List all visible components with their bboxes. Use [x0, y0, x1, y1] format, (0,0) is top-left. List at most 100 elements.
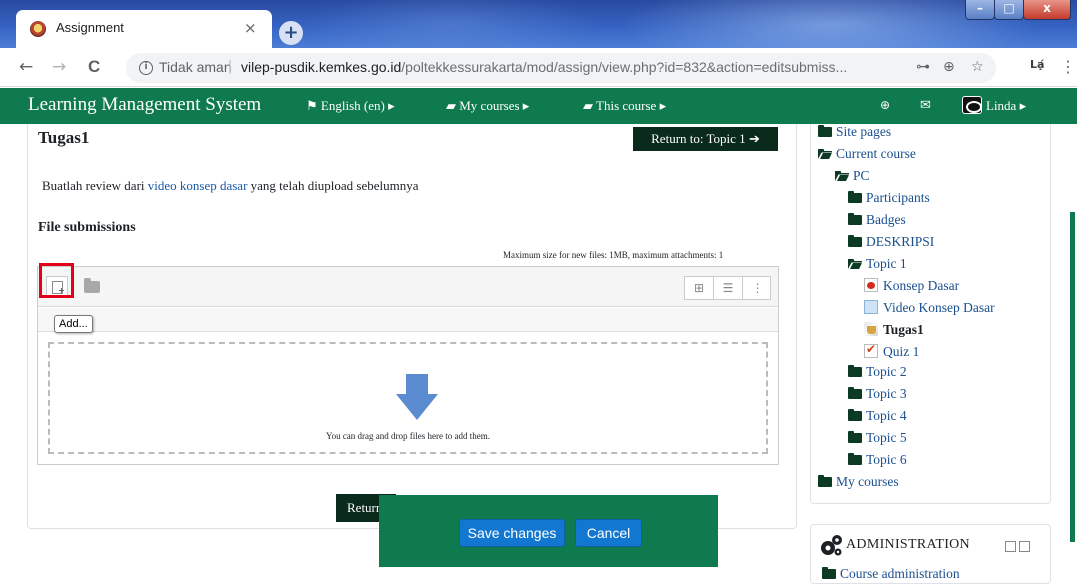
tree-item-deskripsi[interactable]: DESKRIPSI: [848, 234, 934, 250]
cancel-button[interactable]: Cancel: [575, 519, 642, 547]
view-tree-icon[interactable]: ⋮: [743, 277, 772, 299]
tab-title: Assignment: [56, 20, 124, 35]
file-manager-toolbar: ⊞ ☰ ⋮: [38, 263, 778, 307]
folder-icon: [848, 409, 862, 421]
tree-item-label: Topic 3: [866, 386, 907, 401]
tree-item-quiz-1[interactable]: Quiz 1: [864, 342, 920, 360]
window-close-button[interactable]: x: [1023, 0, 1071, 20]
my-courses-menu[interactable]: ▰ My courses ▸: [446, 98, 529, 114]
intro-text: yang telah diupload sebelumnya: [247, 178, 419, 193]
sign-in-icon: ➔: [748, 131, 760, 146]
tree-item-label: Topic 6: [866, 452, 907, 467]
view-switcher: ⊞ ☰ ⋮: [684, 276, 771, 300]
create-folder-icon[interactable]: [84, 278, 100, 293]
tree-item-topic-2[interactable]: Topic 2: [848, 364, 907, 380]
down-arrow-icon: [396, 374, 438, 420]
user-menu[interactable]: Linda ▸: [986, 98, 1026, 114]
tree-item-badges[interactable]: Badges: [848, 212, 906, 228]
reload-icon[interactable]: C: [88, 57, 100, 77]
user-name: Linda: [986, 98, 1017, 113]
drop-instructions: You can drag and drop files here to add …: [325, 431, 491, 441]
notifications-icon[interactable]: ⊕: [880, 98, 890, 112]
tree-item-pc[interactable]: PC: [835, 168, 870, 184]
course-administration-link[interactable]: Course administration: [822, 566, 960, 582]
extension-icon[interactable]: Lạ́: [1030, 58, 1044, 71]
tree-item-participants[interactable]: Participants: [848, 190, 930, 206]
folder-icon: [848, 387, 862, 399]
block-controls: [1005, 541, 1032, 552]
folder-icon: [848, 431, 862, 443]
tree-item-video-konsep-dasar[interactable]: Video Konsep Dasar: [864, 300, 995, 316]
user-avatar[interactable]: [962, 96, 982, 114]
file-manager-path-bar: [38, 308, 778, 332]
tree-item-label: Topic 2: [866, 364, 907, 379]
folder-icon: [818, 125, 832, 137]
save-changes-button[interactable]: Save changes: [459, 519, 565, 547]
browser-tab-strip: Assignment × + – □ x: [0, 0, 1077, 48]
tree-item-label: Participants: [866, 190, 930, 205]
folder-icon: [818, 475, 832, 487]
key-icon[interactable]: ⊶: [916, 59, 930, 75]
messages-icon[interactable]: ✉: [920, 98, 931, 113]
tree-item-label: Video Konsep Dasar: [883, 300, 995, 315]
window-maximize-button[interactable]: □: [994, 0, 1024, 20]
tree-item-konsep-dasar[interactable]: Konsep Dasar: [864, 278, 959, 294]
tree-item-label: Quiz 1: [883, 344, 920, 359]
tree-item-topic-5[interactable]: Topic 5: [848, 430, 907, 446]
folder-icon: [822, 567, 836, 579]
info-icon[interactable]: i: [139, 61, 153, 75]
folder-icon: [848, 235, 862, 247]
caret-right-icon: ▸: [519, 98, 530, 113]
folder-open-icon: [818, 149, 832, 159]
folder-icon: [848, 453, 862, 465]
return-to-topic-button[interactable]: Return to: Topic 1 ➔: [633, 127, 778, 151]
file-drop-zone[interactable]: You can drag and drop files here to add …: [48, 342, 768, 454]
intro-text: Buatlah review dari: [42, 178, 148, 193]
page-title: Tugas1: [38, 128, 90, 147]
tree-item-tugas1[interactable]: Tugas1: [864, 322, 924, 338]
address-bar[interactable]: i Tidak aman | vilep-pusdik.kemkes.go.id…: [126, 53, 996, 83]
tree-item-site-pages[interactable]: Site pages: [818, 124, 891, 140]
this-course-menu[interactable]: ▰ This course ▸: [583, 98, 666, 114]
tree-item-my-courses[interactable]: My courses: [818, 474, 899, 490]
site-favicon-icon: [30, 21, 46, 37]
language-menu[interactable]: ⚑ English (en) ▸: [306, 98, 395, 114]
tree-item-topic-4[interactable]: Topic 4: [848, 408, 907, 424]
view-list-icon[interactable]: ☰: [714, 277, 743, 299]
url-text[interactable]: vilep-pusdik.kemkes.go.id/poltekkessurak…: [241, 59, 847, 75]
zoom-icon[interactable]: ⊕: [943, 59, 955, 75]
tree-item-topic-3[interactable]: Topic 3: [848, 386, 907, 402]
dock-icon[interactable]: [1019, 541, 1030, 552]
tree-item-topic-1[interactable]: Topic 1: [848, 256, 907, 272]
star-icon[interactable]: ☆: [971, 59, 984, 75]
window-controls: – □ x: [965, 0, 1075, 22]
new-tab-button[interactable]: +: [279, 21, 303, 45]
security-status[interactable]: Tidak aman: [159, 59, 232, 75]
caret-right-icon: ▸: [1016, 98, 1027, 113]
my-courses-label: My courses: [459, 98, 520, 113]
course-admin-label: Course administration: [840, 566, 960, 581]
forward-arrow-icon[interactable]: →: [52, 57, 66, 77]
tree-item-topic-6[interactable]: Topic 6: [848, 452, 907, 468]
scrollbar-thumb[interactable]: [1070, 212, 1075, 542]
browser-tab-assignment[interactable]: Assignment ×: [16, 10, 272, 48]
url-separator: |: [228, 58, 232, 75]
tab-close-icon[interactable]: ×: [244, 19, 257, 37]
back-arrow-icon[interactable]: ←: [19, 57, 33, 77]
window-minimize-button[interactable]: –: [965, 0, 995, 20]
site-brand[interactable]: Learning Management System: [28, 94, 261, 116]
administration-title: ADMINISTRATION: [846, 537, 970, 552]
browser-menu-icon[interactable]: ⋮: [1060, 57, 1076, 76]
page-icon: [864, 300, 878, 314]
tree-item-label: Topic 1: [866, 256, 907, 271]
intro-link[interactable]: video konsep dasar: [148, 178, 248, 193]
view-icons-icon[interactable]: ⊞: [685, 277, 714, 299]
tree-item-label: Current course: [836, 146, 916, 161]
caret-right-icon: ▸: [384, 98, 395, 113]
folder-icon: [848, 213, 862, 225]
tree-item-current-course[interactable]: Current course: [818, 146, 916, 162]
flag-icon: ⚑: [306, 98, 321, 113]
file-submissions-label: File submissions: [38, 220, 136, 235]
folder-open-icon: [835, 171, 849, 181]
collapse-icon[interactable]: [1005, 541, 1016, 552]
